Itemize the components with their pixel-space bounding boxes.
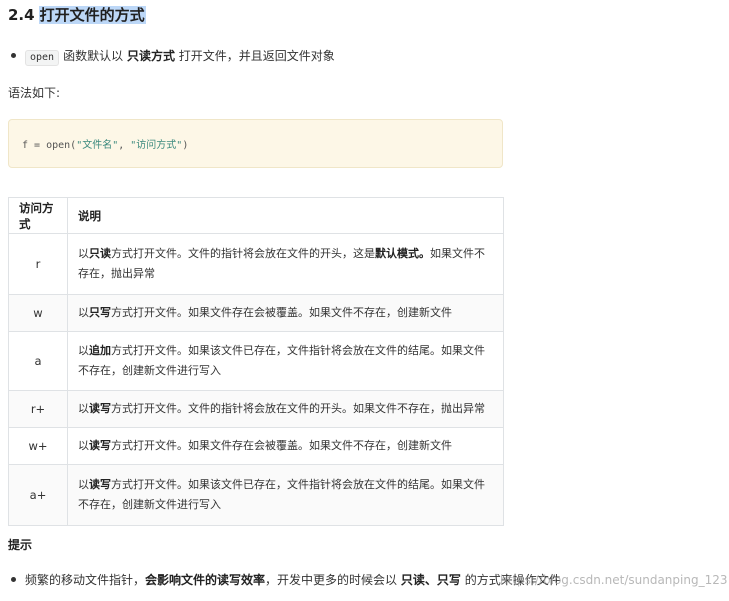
code-prefix: f = open( [22, 140, 77, 151]
mode-cell: w [8, 294, 68, 332]
mode-cell: a+ [8, 464, 68, 526]
table-row: a+ 以读写方式打开文件。如果该文件已存在，文件指针将会放在文件的结尾。如果文件… [8, 464, 504, 526]
section-title: 打开文件的方式 [38, 6, 146, 24]
desc-bold: 只读 [89, 247, 111, 260]
mode-cell: r+ [8, 390, 68, 428]
section-heading: 2.4 打开文件的方式 [8, 4, 146, 26]
description-cell: 以只读方式打开文件。文件的指针将会放在文件的开头，这是默认模式。如果文件不存在，… [67, 233, 504, 295]
desc-mid: 方式打开文件。文件的指针将会放在文件的开头。如果文件不存在，抛出异常 [111, 402, 485, 415]
desc-mid: 方式打开文件。如果文件存在会被覆盖。如果文件不存在，创建新文件 [111, 306, 452, 319]
desc-mid: 方式打开文件。如果该文件已存在，文件指针将会放在文件的结尾。如果文件不存在，创建… [78, 478, 485, 511]
intro-text-after: 打开文件，并且返回文件对象 [178, 49, 335, 63]
intro-bullet: open 函数默认以 只读方式 打开文件，并且返回文件对象 [8, 47, 335, 66]
header-description: 说明 [67, 197, 504, 234]
desc-pre: 以 [78, 344, 89, 357]
syntax-label: 语法如下: [8, 86, 61, 100]
section-number: 2.4 [8, 6, 35, 24]
bullet-dot-icon [11, 577, 16, 582]
mode-cell: w+ [8, 427, 68, 465]
bullet-dot-icon [11, 53, 16, 58]
desc-mid: 方式打开文件。如果该文件已存在，文件指针将会放在文件的结尾。如果文件不存在，创建… [78, 344, 485, 377]
code-block: f = open("文件名", "访问方式") [8, 119, 503, 168]
tip-text-mid: ，开发中更多的时候会以 [265, 573, 398, 587]
table-header-row: 访问方式 说明 [8, 197, 504, 234]
code-sep: , [118, 140, 131, 151]
table-row: r+ 以读写方式打开文件。文件的指针将会放在文件的开头。如果文件不存在，抛出异常 [8, 390, 504, 428]
description-cell: 以追加方式打开文件。如果该文件已存在，文件指针将会放在文件的结尾。如果文件不存在… [67, 331, 504, 391]
mode-cell: a [8, 331, 68, 391]
desc-pre: 以 [78, 478, 89, 491]
desc-pre: 以 [78, 306, 89, 319]
tip-bold-readwrite: 只读、只写 [400, 573, 461, 587]
desc-pre: 以 [78, 439, 89, 452]
tip-heading: 提示 [8, 538, 33, 552]
header-mode: 访问方式 [8, 197, 68, 234]
code-arg-filename: "文件名" [76, 140, 119, 151]
access-mode-table: 访问方式 说明 r 以只读方式打开文件。文件的指针将会放在文件的开头，这是默认模… [8, 197, 504, 526]
intro-bold: 只读方式 [126, 49, 175, 63]
tip-bullet: 频繁的移动文件指针，会影响文件的读写效率，开发中更多的时候会以 只读、只写 的方… [8, 571, 561, 589]
desc-pre: 以 [78, 402, 89, 415]
mode-cell: r [8, 233, 68, 295]
desc-mid: 方式打开文件。文件的指针将会放在文件的开头，这是 [111, 247, 375, 260]
table-row: r 以只读方式打开文件。文件的指针将会放在文件的开头，这是默认模式。如果文件不存… [8, 233, 504, 295]
table-row: w 以只写方式打开文件。如果文件存在会被覆盖。如果文件不存在，创建新文件 [8, 294, 504, 332]
desc-bold: 读写 [89, 402, 111, 415]
description-cell: 以读写方式打开文件。如果文件存在会被覆盖。如果文件不存在，创建新文件 [67, 427, 504, 465]
desc-bold: 追加 [89, 344, 111, 357]
intro-text-before: 函数默认以 [63, 49, 124, 63]
code-line: f = open("文件名", "访问方式") [22, 136, 188, 151]
tip-text-before: 频繁的移动文件指针， [25, 573, 146, 587]
desc-bold-default: 默认模式。 [375, 247, 430, 260]
description-cell: 以只写方式打开文件。如果文件存在会被覆盖。如果文件不存在，创建新文件 [67, 294, 504, 332]
code-suffix: ) [182, 140, 189, 151]
csdn-watermark: https://blog.csdn.net/sundanping_123 [500, 573, 728, 587]
desc-bold: 读写 [89, 439, 111, 452]
desc-bold: 只写 [89, 306, 111, 319]
description-cell: 以读写方式打开文件。如果该文件已存在，文件指针将会放在文件的结尾。如果文件不存在… [67, 464, 504, 526]
code-arg-mode: "访问方式" [130, 140, 183, 151]
desc-bold: 读写 [89, 478, 111, 491]
desc-mid: 方式打开文件。如果文件存在会被覆盖。如果文件不存在，创建新文件 [111, 439, 452, 452]
table-row: a 以追加方式打开文件。如果该文件已存在，文件指针将会放在文件的结尾。如果文件不… [8, 331, 504, 391]
tip-bold-efficiency: 会影响文件的读写效率 [145, 573, 266, 587]
desc-pre: 以 [78, 247, 89, 260]
table-row: w+ 以读写方式打开文件。如果文件存在会被覆盖。如果文件不存在，创建新文件 [8, 427, 504, 465]
description-cell: 以读写方式打开文件。文件的指针将会放在文件的开头。如果文件不存在，抛出异常 [67, 390, 504, 428]
inline-code-open: open [25, 50, 60, 66]
